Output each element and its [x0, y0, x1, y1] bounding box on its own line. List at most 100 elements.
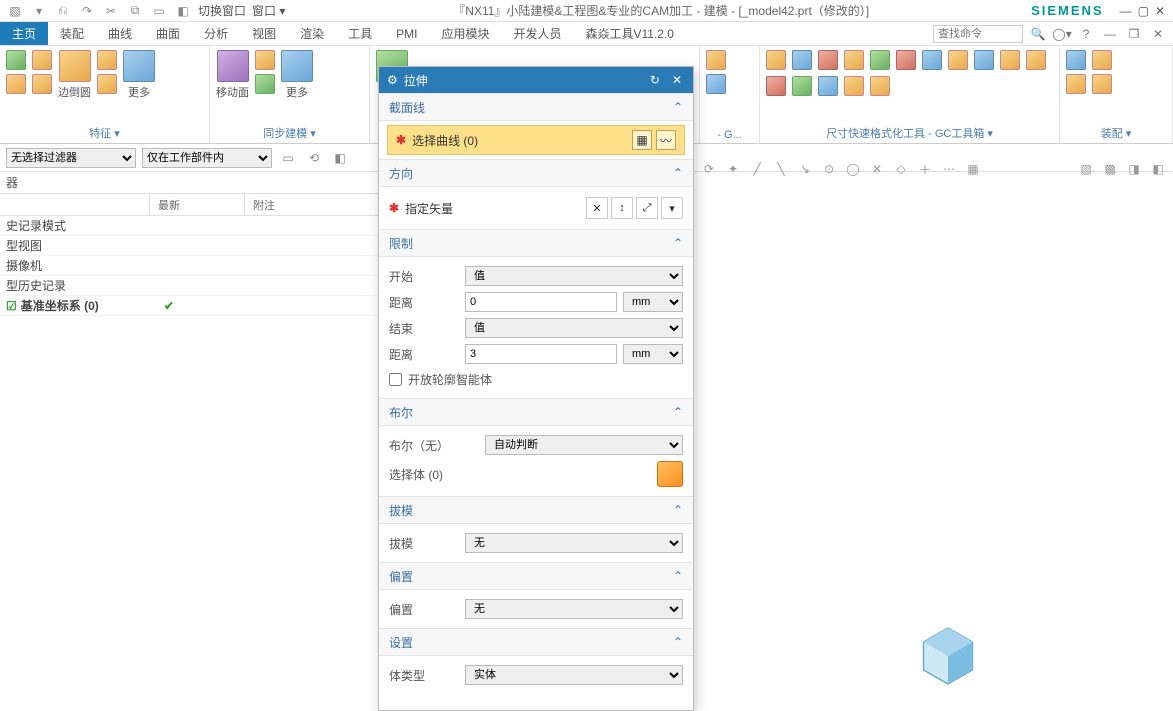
- tree-row-datum[interactable]: ☑ 基准坐标系 (0) ✔: [0, 296, 380, 316]
- inner-restore-button[interactable]: ❐: [1125, 25, 1143, 43]
- asm-icon[interactable]: [1092, 50, 1112, 70]
- tab-senyan[interactable]: 森焱工具V11.2.0: [574, 22, 686, 45]
- vector-tool-icon[interactable]: ⤢: [636, 197, 658, 219]
- bodytype-select[interactable]: 实体: [465, 665, 683, 685]
- select-curve-row[interactable]: ✱ 选择曲线 (0) ▦ 〰: [387, 125, 685, 155]
- filter-tool-icon[interactable]: ▭: [278, 149, 298, 167]
- gc-tool-icon[interactable]: [766, 50, 786, 70]
- tab-dev[interactable]: 开发人员: [501, 22, 573, 45]
- filter-tool-icon[interactable]: ◧: [330, 149, 350, 167]
- search-icon[interactable]: 🔍: [1029, 25, 1047, 43]
- tool-icon[interactable]: [706, 74, 726, 94]
- view-tool-icon[interactable]: ⟳: [700, 160, 718, 178]
- qat-icon[interactable]: ⎌: [54, 2, 72, 20]
- feature-icon[interactable]: [97, 50, 117, 70]
- help-dropdown-icon[interactable]: ◯▾: [1053, 25, 1071, 43]
- tree-row[interactable]: 史记录模式: [0, 216, 380, 236]
- tab-tools[interactable]: 工具: [336, 22, 384, 45]
- asm-icon[interactable]: [1066, 50, 1086, 70]
- gc-tool-icon[interactable]: [870, 50, 890, 70]
- section-header-settings[interactable]: 设置⌃: [379, 628, 693, 656]
- view-tool-icon[interactable]: ✕: [868, 160, 886, 178]
- sync-icon[interactable]: [255, 74, 275, 94]
- scope-filter-select[interactable]: 仅在工作部件内: [142, 148, 272, 168]
- tab-pmi[interactable]: PMI: [384, 22, 429, 45]
- asm-icon[interactable]: [1066, 74, 1086, 94]
- section-header-limits[interactable]: 限制⌃: [379, 229, 693, 257]
- maximize-button[interactable]: ▢: [1138, 4, 1149, 18]
- qat-icon[interactable]: ✂: [102, 2, 120, 20]
- view-tool-icon[interactable]: ▩: [1101, 160, 1119, 178]
- section-header-offset[interactable]: 偏置⌃: [379, 562, 693, 590]
- refresh-icon[interactable]: ↻: [647, 73, 663, 87]
- view-tool-icon[interactable]: ◨: [1125, 160, 1143, 178]
- tab-home[interactable]: 主页: [0, 22, 48, 45]
- view-tool-icon[interactable]: ＋: [916, 160, 934, 178]
- sync-icon[interactable]: [255, 50, 275, 70]
- view-tool-icon[interactable]: ↘: [796, 160, 814, 178]
- asm-icon[interactable]: [1092, 74, 1112, 94]
- view-tool-icon[interactable]: ▦: [964, 160, 982, 178]
- gc-tool-icon[interactable]: [922, 50, 942, 70]
- tab-view[interactable]: 视图: [240, 22, 288, 45]
- gc-tool-icon[interactable]: [948, 50, 968, 70]
- switch-window-button[interactable]: 切换窗口: [198, 2, 246, 20]
- section-header-direction[interactable]: 方向⌃: [379, 159, 693, 187]
- gc-tool-icon[interactable]: [896, 50, 916, 70]
- tab-surface[interactable]: 曲面: [144, 22, 192, 45]
- edge-blend-icon[interactable]: [59, 50, 91, 82]
- view-tool-icon[interactable]: ◯: [844, 160, 862, 178]
- qat-icon[interactable]: ▧: [6, 2, 24, 20]
- tab-assembly[interactable]: 装配: [48, 22, 96, 45]
- section-header-draft[interactable]: 拔模⌃: [379, 496, 693, 524]
- view-tool-icon[interactable]: ⋯: [940, 160, 958, 178]
- gc-tool-icon[interactable]: [1000, 50, 1020, 70]
- more-icon[interactable]: [281, 50, 313, 82]
- tree-row[interactable]: 型视图: [0, 236, 380, 256]
- qat-icon[interactable]: ▾: [30, 2, 48, 20]
- gc-tool-icon[interactable]: [766, 76, 786, 96]
- vector-tool-icon[interactable]: ✕: [586, 197, 608, 219]
- view-tool-icon[interactable]: ⊙: [820, 160, 838, 178]
- select-body-button[interactable]: [657, 461, 683, 487]
- inner-close-button[interactable]: ✕: [1149, 25, 1167, 43]
- view-tool-icon[interactable]: ◇: [892, 160, 910, 178]
- help-icon[interactable]: ?: [1077, 25, 1095, 43]
- draft-select[interactable]: 无: [465, 533, 683, 553]
- gc-tool-icon[interactable]: [792, 50, 812, 70]
- view-tool-icon[interactable]: ✦: [724, 160, 742, 178]
- filter-tool-icon[interactable]: ⟲: [304, 149, 324, 167]
- tree-row[interactable]: 摄像机: [0, 256, 380, 276]
- tab-appmodule[interactable]: 应用模块: [429, 22, 501, 45]
- gc-tool-icon[interactable]: [818, 76, 838, 96]
- qat-icon[interactable]: ▭: [150, 2, 168, 20]
- offset-select[interactable]: 无: [465, 599, 683, 619]
- qat-icon[interactable]: ◧: [174, 2, 192, 20]
- vector-dropdown-icon[interactable]: ▾: [661, 197, 683, 219]
- minimize-button[interactable]: —: [1120, 4, 1132, 18]
- open-profile-checkbox[interactable]: [389, 373, 402, 386]
- view-tool-icon[interactable]: ╱: [748, 160, 766, 178]
- gc-tool-icon[interactable]: [974, 50, 994, 70]
- dialog-titlebar[interactable]: ⚙ 拉伸 ↻ ✕: [379, 67, 693, 93]
- section-header-curve[interactable]: 截面线⌃: [379, 93, 693, 121]
- start-type-select[interactable]: 值: [465, 266, 683, 286]
- tab-curve[interactable]: 曲线: [96, 22, 144, 45]
- tool-icon[interactable]: [706, 50, 726, 70]
- gc-tool-icon[interactable]: [792, 76, 812, 96]
- qat-icon[interactable]: ↷: [78, 2, 96, 20]
- feature-icon[interactable]: [6, 50, 26, 70]
- boolean-select[interactable]: 自动判断: [485, 435, 683, 455]
- section-header-boolean[interactable]: 布尔⌃: [379, 398, 693, 426]
- move-face-icon[interactable]: [217, 50, 249, 82]
- feature-icon[interactable]: [6, 74, 26, 94]
- end-distance-input[interactable]: [465, 344, 617, 364]
- tab-render[interactable]: 渲染: [288, 22, 336, 45]
- qat-icon[interactable]: ⧉: [126, 2, 144, 20]
- tab-analysis[interactable]: 分析: [192, 22, 240, 45]
- view-tool-icon[interactable]: ╲: [772, 160, 790, 178]
- view-tool-icon[interactable]: ▧: [1077, 160, 1095, 178]
- gc-tool-icon[interactable]: [818, 50, 838, 70]
- feature-icon[interactable]: [32, 74, 52, 94]
- start-distance-input[interactable]: [465, 292, 617, 312]
